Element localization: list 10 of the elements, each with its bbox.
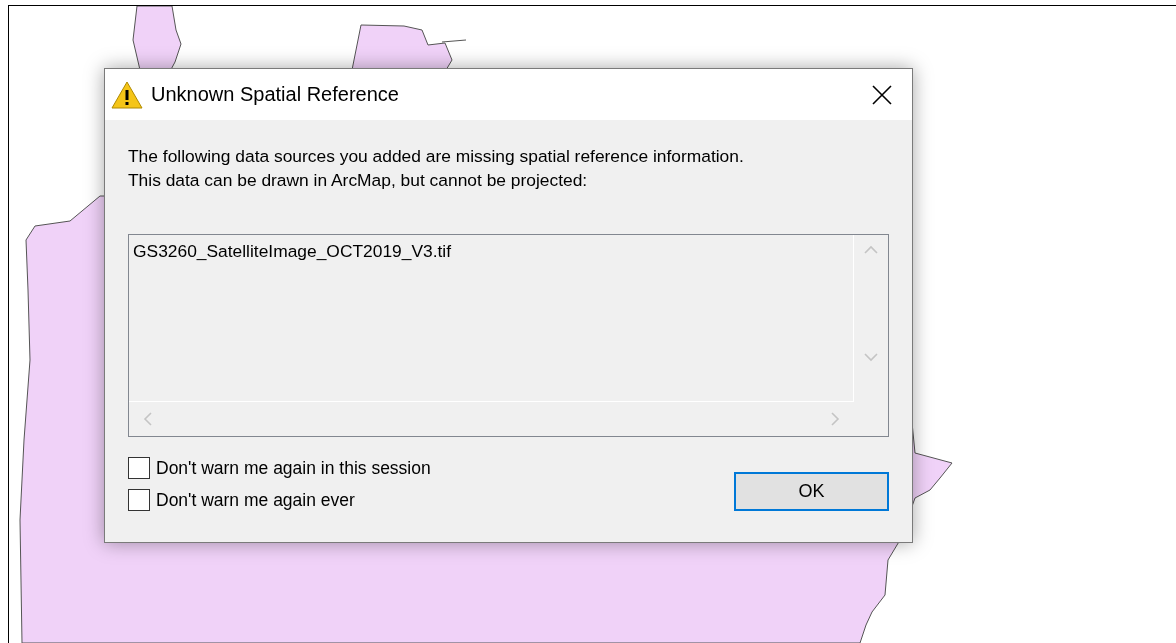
window-title: Unknown Spatial Reference xyxy=(151,83,400,106)
ok-button[interactable]: OK xyxy=(734,472,889,511)
warning-icon xyxy=(111,80,143,109)
checkbox[interactable] xyxy=(128,457,150,479)
close-icon[interactable] xyxy=(871,83,893,106)
checkbox-label[interactable]: Don't warn me again in this session xyxy=(156,457,431,479)
list-item[interactable]: GS3260_SatelliteImage_OCT2019_V3.tif xyxy=(133,241,452,262)
message-text: The following data sources you added are missing spatial reference information. This data can be drawn in ArcMap, but cannot be projected: xyxy=(128,145,745,192)
checkbox-label[interactable]: Don't warn me again ever xyxy=(156,489,355,511)
checkbox[interactable] xyxy=(128,489,150,511)
